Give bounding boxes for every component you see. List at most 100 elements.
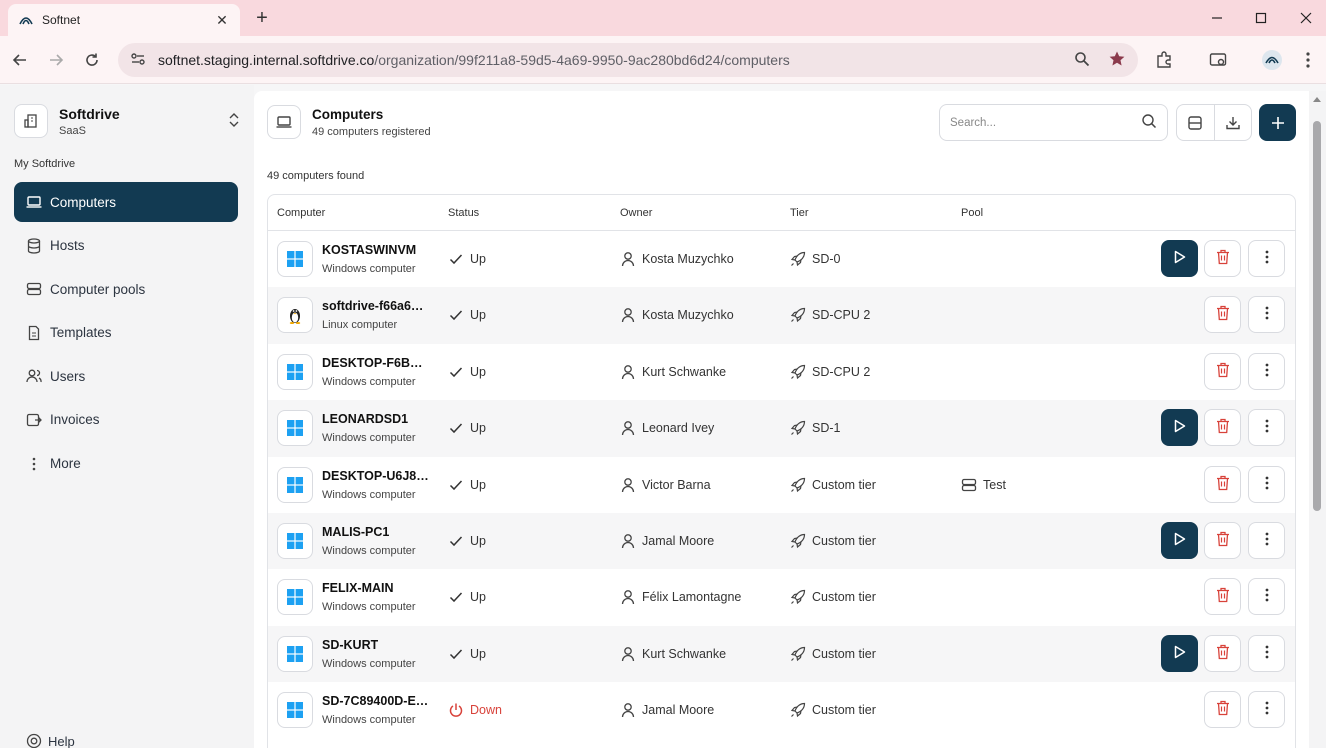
delete-button[interactable] [1204, 578, 1241, 616]
row-menu-button[interactable] [1248, 691, 1285, 729]
status-cell: Up [448, 477, 486, 493]
reload-icon[interactable] [80, 48, 104, 72]
table-row[interactable]: softdrive-f66a6… Linux computer Up Kosta Mu… [268, 287, 1295, 344]
status-cell: Up [448, 589, 486, 605]
org-switcher[interactable]: Softdrive SaaS [14, 101, 240, 141]
sidebar-item-users[interactable]: Users [14, 356, 238, 396]
delete-button[interactable] [1204, 352, 1241, 390]
user-icon [620, 251, 636, 267]
owner-name: Kosta Muzychko [642, 252, 734, 266]
column-header-pool[interactable]: Pool [961, 207, 983, 219]
connect-button[interactable] [1161, 409, 1198, 447]
sidebar-item-computer-pools[interactable]: Computer pools [14, 269, 238, 309]
column-header-tier[interactable]: Tier [790, 207, 809, 219]
computer-name[interactable]: MALIS-PC1 [322, 525, 389, 539]
cast-search-icon[interactable] [1206, 48, 1230, 72]
table-row[interactable]: DESKTOP-U6J8B… Windows computer Up Victor B… [268, 457, 1295, 513]
tier-cell: SD-CPU 2 [790, 364, 870, 380]
search-icon[interactable] [1141, 113, 1157, 132]
table-row[interactable]: SD-7C89400D-E… Windows computer Down Jamal … [268, 682, 1295, 738]
computer-name[interactable]: LEONARDSD1 [322, 412, 408, 426]
delete-button[interactable] [1204, 465, 1241, 503]
computer-name[interactable]: DESKTOP-F6BS26C [322, 356, 430, 370]
sidebar-item-label: More [50, 456, 81, 472]
trash-icon [1216, 249, 1230, 268]
computer-name[interactable]: softdrive-f66a6… [322, 299, 423, 313]
scroll-thumb[interactable] [1313, 121, 1321, 511]
computer-type: Windows computer [322, 263, 416, 275]
site-info-icon[interactable] [130, 51, 146, 70]
column-header-owner[interactable]: Owner [620, 207, 652, 219]
table-row[interactable]: DESKTOP-F6BS26C Windows computer Up Kurt Sc… [268, 344, 1295, 400]
user-icon [620, 702, 636, 718]
server-icon [961, 477, 977, 493]
computer-type: Windows computer [322, 714, 416, 727]
table-row[interactable]: MALIS-PC1 Windows computer Up Jamal Moore Cu… [268, 512, 1295, 570]
columns-toggle-button[interactable] [1177, 105, 1215, 140]
browser-tab[interactable]: Softnet ✕ [8, 4, 240, 36]
close-window-icon[interactable] [1294, 6, 1318, 30]
address-bar[interactable]: softnet.staging.internal.softdrive.co/or… [118, 43, 1138, 77]
computer-name[interactable]: KOSTASWINVM [322, 243, 416, 257]
profile-avatar-icon[interactable] [1260, 48, 1284, 72]
add-computer-button[interactable] [1259, 104, 1296, 141]
tier-name: SD-CPU 2 [812, 364, 871, 379]
connect-button[interactable] [1161, 521, 1198, 559]
scroll-up-arrow-icon[interactable] [1313, 97, 1321, 102]
browser-menu-icon[interactable] [1296, 48, 1320, 72]
row-menu-button[interactable] [1248, 465, 1285, 503]
search-box [939, 104, 1168, 141]
status-cell: Up [448, 364, 486, 380]
row-menu-button[interactable] [1248, 578, 1285, 616]
table-row[interactable]: SD-KURT Windows computer Up Kurt Schwanke Cu… [268, 625, 1295, 683]
row-menu-button[interactable] [1248, 240, 1285, 277]
bookmark-star-icon[interactable] [1108, 50, 1126, 71]
page-scrollbar[interactable] [1309, 91, 1326, 748]
delete-button[interactable] [1204, 634, 1241, 672]
connect-button[interactable] [1161, 240, 1198, 277]
new-tab-button[interactable]: + [252, 7, 272, 29]
search-input[interactable] [950, 116, 1141, 129]
row-menu-button[interactable] [1248, 634, 1285, 672]
back-icon[interactable] [8, 48, 32, 72]
status-text: Up [470, 421, 486, 436]
column-header-status[interactable]: Status [448, 207, 479, 219]
row-menu-button[interactable] [1248, 296, 1285, 334]
owner-cell: Leonard Ivey [620, 420, 714, 436]
user-icon [620, 364, 636, 380]
computer-name[interactable]: SD-KURT [322, 638, 378, 652]
row-menu-button[interactable] [1248, 521, 1285, 559]
row-menu-button[interactable] [1248, 409, 1285, 447]
computer-name[interactable]: SD-7C89400D-E… [322, 694, 428, 708]
sidebar-item-more[interactable]: More [14, 444, 238, 484]
row-menu-button[interactable] [1248, 352, 1285, 390]
org-name: Softdrive [59, 105, 120, 122]
sidebar-item-templates[interactable]: Templates [14, 313, 238, 353]
delete-button[interactable] [1204, 691, 1241, 729]
delete-button[interactable] [1204, 521, 1241, 559]
minimize-icon[interactable] [1205, 6, 1229, 30]
help-link[interactable]: Help [26, 733, 75, 748]
sidebar-item-computers[interactable]: Computers [14, 182, 238, 222]
maximize-icon[interactable] [1249, 6, 1273, 30]
delete-button[interactable] [1204, 409, 1241, 447]
table-row[interactable]: LEONARDSD1 Windows computer Up Leonard Ivey… [268, 400, 1295, 457]
table-row[interactable]: KOSTASWINVM Windows computer Up Kosta Muzyc… [268, 231, 1295, 287]
delete-button[interactable] [1204, 240, 1241, 277]
sidebar-item-hosts[interactable]: Hosts [14, 226, 238, 266]
delete-button[interactable] [1204, 296, 1241, 334]
computer-name[interactable]: FELIX-MAIN [322, 581, 394, 595]
computer-name[interactable]: DESKTOP-U6J8B… [322, 469, 430, 483]
forward-icon[interactable] [44, 48, 68, 72]
column-header-computer[interactable]: Computer [277, 207, 325, 219]
table-row[interactable]: FELIX-MAIN Windows computer Up Félix Lamont… [268, 569, 1295, 625]
sidebar-item-invoices[interactable]: Invoices [14, 400, 238, 440]
extensions-icon[interactable] [1152, 48, 1176, 72]
zoom-icon[interactable] [1074, 51, 1090, 70]
close-tab-icon[interactable]: ✕ [214, 12, 230, 28]
download-button[interactable] [1215, 105, 1252, 140]
kebab-icon [1265, 419, 1269, 436]
computer-type: Windows computer [322, 544, 416, 557]
linux-tux-icon [277, 297, 313, 334]
connect-button[interactable] [1161, 634, 1198, 672]
